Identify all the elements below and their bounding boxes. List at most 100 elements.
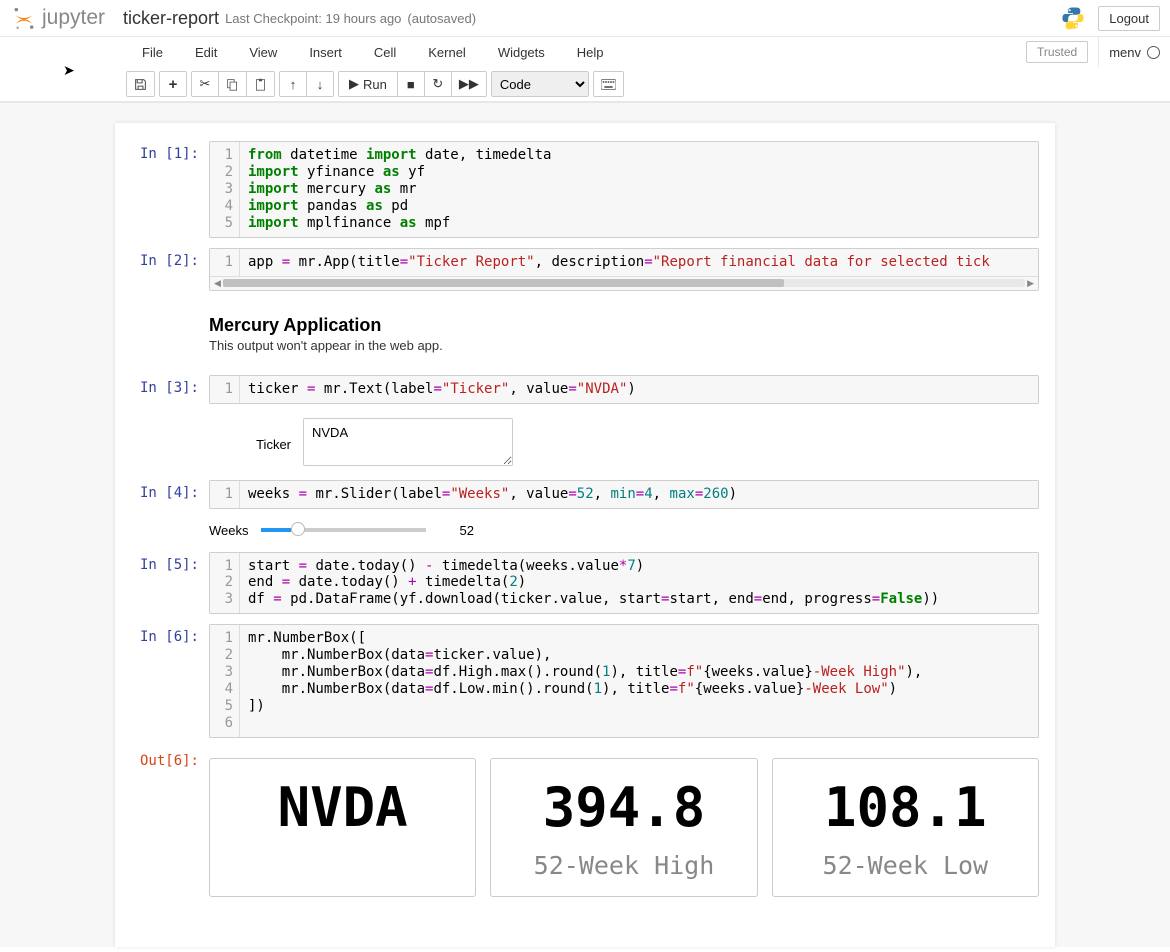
jupyter-logo[interactable]: jupyter: [10, 4, 105, 32]
code-content[interactable]: from datetime import date, timedelta imp…: [240, 142, 1038, 237]
output-cell: Ticker NVDA: [131, 414, 1039, 470]
menu-edit[interactable]: Edit: [179, 39, 233, 66]
input-prompt: In [3]:: [131, 375, 209, 404]
move-down-button[interactable]: ↓: [306, 71, 334, 97]
ticker-input[interactable]: NVDA: [303, 418, 513, 466]
autosaved-text: (autosaved): [407, 11, 476, 26]
menu-cell[interactable]: Cell: [358, 39, 412, 66]
restart-icon: ↻: [432, 76, 443, 92]
code-cell[interactable]: In [3]: 1 ticker = mr.Text(label="Ticker…: [131, 375, 1039, 404]
arrow-down-icon: ↓: [317, 77, 324, 92]
copy-button[interactable]: [218, 71, 247, 97]
save-button[interactable]: [126, 71, 155, 97]
weeks-widget: Weeks 52: [209, 519, 1039, 542]
line-gutter: 1: [210, 249, 240, 276]
checkpoint-text: Last Checkpoint: 19 hours ago: [225, 11, 401, 26]
menu-kernel[interactable]: Kernel: [412, 39, 482, 66]
cell-type-select[interactable]: Code: [491, 71, 589, 97]
horizontal-scrollbar[interactable]: ◀ ▶: [210, 276, 1038, 290]
save-icon: [134, 78, 147, 91]
number-box-value: 394.8: [501, 781, 746, 835]
mercury-subtitle: This output won't appear in the web app.: [209, 338, 1039, 353]
menu-insert[interactable]: Insert: [293, 39, 358, 66]
paste-button[interactable]: [246, 71, 275, 97]
code-content[interactable]: start = date.today() - timedelta(weeks.v…: [240, 553, 1038, 614]
weeks-slider[interactable]: [261, 528, 426, 532]
cut-icon: ✂: [200, 76, 211, 92]
number-box-title: 52-Week Low: [783, 851, 1028, 880]
scroll-left-icon: ◀: [214, 278, 221, 289]
number-box-value: NVDA: [220, 781, 465, 835]
keyboard-icon: [601, 79, 616, 90]
input-area[interactable]: 1 2 3 start = date.today() - timedelta(w…: [209, 552, 1039, 615]
logout-button[interactable]: Logout: [1098, 6, 1160, 31]
input-prompt: In [2]:: [131, 248, 209, 291]
line-gutter: 1: [210, 376, 240, 403]
input-area[interactable]: 1 2 3 4 5 6 mr.NumberBox([ mr.NumberBox(…: [209, 624, 1039, 738]
number-box: NVDA: [209, 758, 476, 897]
line-gutter: 1 2 3 4 5 6: [210, 625, 240, 737]
menu-view[interactable]: View: [233, 39, 293, 66]
stop-icon: ■: [407, 77, 415, 92]
code-cell[interactable]: In [2]: 1 app = mr.App(title="Ticker Rep…: [131, 248, 1039, 291]
kernel-indicator[interactable]: menv: [1098, 37, 1160, 67]
kernel-status-icon: [1147, 46, 1160, 59]
number-box: 108.1 52-Week Low: [772, 758, 1039, 897]
code-content[interactable]: app = mr.App(title="Ticker Report", desc…: [240, 249, 1038, 276]
code-content[interactable]: mr.NumberBox([ mr.NumberBox(data=ticker.…: [240, 625, 1038, 737]
copy-icon: [226, 78, 239, 91]
move-up-button[interactable]: ↑: [279, 71, 307, 97]
weeks-value: 52: [444, 523, 474, 538]
line-gutter: 1 2 3 4 5: [210, 142, 240, 237]
mercury-title: Mercury Application: [209, 315, 1039, 336]
output-area: NVDA 394.8 52-Week High 108.1 52-Week Lo…: [209, 748, 1039, 901]
kernel-name: menv: [1109, 45, 1141, 60]
code-cell[interactable]: In [6]: 1 2 3 4 5 6 mr.NumberBox([ mr.Nu…: [131, 624, 1039, 738]
run-button[interactable]: ▶Run: [338, 71, 398, 97]
restart-run-all-button[interactable]: ▶▶: [451, 71, 487, 97]
menu-help[interactable]: Help: [561, 39, 620, 66]
line-gutter: 1: [210, 481, 240, 508]
stop-button[interactable]: ■: [397, 71, 425, 97]
line-gutter: 1 2 3: [210, 553, 240, 614]
number-boxes: NVDA 394.8 52-Week High 108.1 52-Week Lo…: [209, 758, 1039, 897]
number-box: 394.8 52-Week High: [490, 758, 757, 897]
input-area[interactable]: 1 weeks = mr.Slider(label="Weeks", value…: [209, 480, 1039, 509]
arrow-up-icon: ↑: [290, 77, 297, 92]
number-box-value: 108.1: [783, 781, 1028, 835]
menu-widgets[interactable]: Widgets: [482, 39, 561, 66]
input-prompt: In [5]:: [131, 552, 209, 615]
input-area[interactable]: 1 2 3 4 5 from datetime import date, tim…: [209, 141, 1039, 238]
input-prompt: In [4]:: [131, 480, 209, 509]
run-label: Run: [363, 77, 387, 92]
code-content[interactable]: weeks = mr.Slider(label="Weeks", value=5…: [240, 481, 1038, 508]
plus-icon: +: [169, 76, 178, 93]
cut-button[interactable]: ✂: [191, 71, 219, 97]
menu-file[interactable]: File: [126, 39, 179, 66]
input-area[interactable]: 1 app = mr.App(title="Ticker Report", de…: [209, 248, 1039, 291]
output-prompt: Out[6]:: [131, 748, 209, 901]
ticker-label: Ticker: [209, 431, 291, 452]
ticker-widget: Ticker NVDA: [209, 414, 1039, 470]
output-cell: Weeks 52: [131, 519, 1039, 542]
code-cell[interactable]: In [1]: 1 2 3 4 5 from datetime import d…: [131, 141, 1039, 238]
slider-thumb[interactable]: [291, 522, 305, 536]
fast-forward-icon: ▶▶: [459, 76, 479, 92]
trusted-badge[interactable]: Trusted: [1026, 41, 1088, 63]
input-prompt: In [1]:: [131, 141, 209, 238]
command-palette-button[interactable]: [593, 71, 624, 97]
code-content[interactable]: ticker = mr.Text(label="Ticker", value="…: [240, 376, 1038, 403]
input-area[interactable]: 1 ticker = mr.Text(label="Ticker", value…: [209, 375, 1039, 404]
notebook-inner: In [1]: 1 2 3 4 5 from datetime import d…: [115, 123, 1055, 947]
paste-icon: [254, 78, 267, 91]
restart-button[interactable]: ↻: [424, 71, 452, 97]
scroll-right-icon: ▶: [1027, 278, 1034, 289]
menubar: File Edit View Insert Cell Kernel Widget…: [0, 37, 1170, 67]
code-cell[interactable]: In [4]: 1 weeks = mr.Slider(label="Weeks…: [131, 480, 1039, 509]
add-cell-button[interactable]: +: [159, 71, 187, 97]
jupyter-text: jupyter: [42, 6, 105, 30]
notebook-name[interactable]: ticker-report: [123, 8, 219, 29]
code-cell[interactable]: In [5]: 1 2 3 start = date.today() - tim…: [131, 552, 1039, 615]
input-prompt: In [6]:: [131, 624, 209, 738]
output-cell: Out[6]: NVDA 394.8 52-Week High 108.1 52…: [131, 748, 1039, 901]
